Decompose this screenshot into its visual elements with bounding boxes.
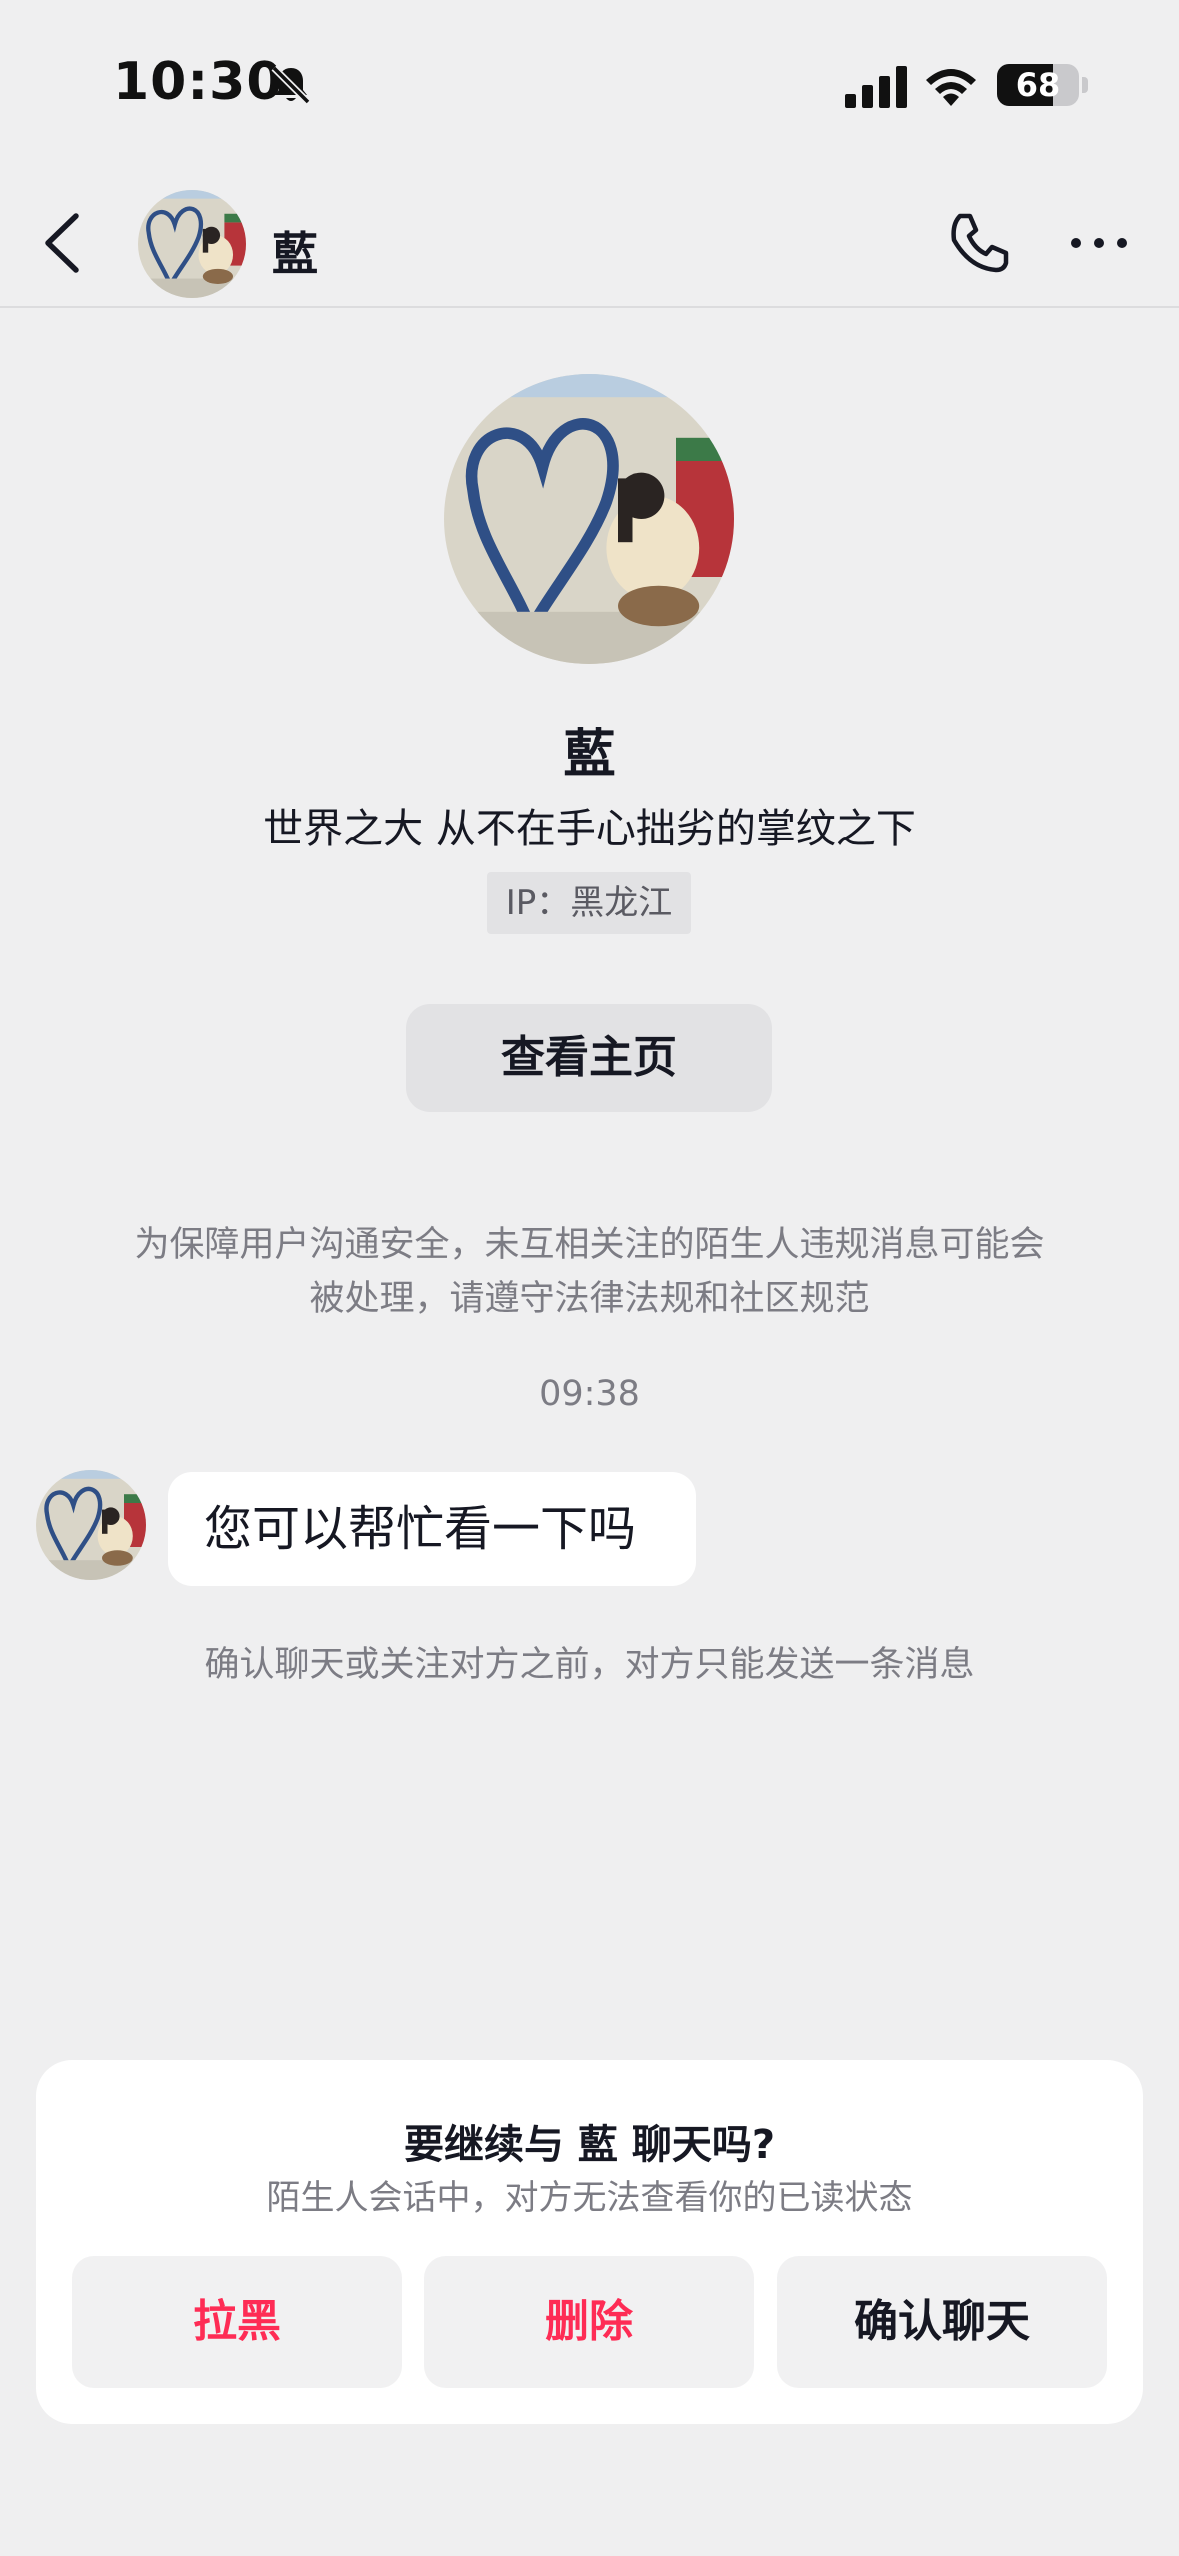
view-homepage-button[interactable]: 查看主页 bbox=[406, 1004, 772, 1112]
message-bubble[interactable]: 您可以帮忙看一下吗 bbox=[168, 1472, 696, 1586]
ip-location-badge: IP：黑龙江 bbox=[487, 872, 691, 934]
battery-icon: 68 bbox=[997, 64, 1079, 106]
phone-icon[interactable] bbox=[946, 210, 1012, 276]
battery-level: 68 bbox=[1015, 66, 1061, 104]
chevron-left-icon[interactable] bbox=[38, 212, 88, 274]
confirm-chat-button[interactable]: 确认聊天 bbox=[777, 2256, 1107, 2388]
status-bar: 10:30 68 bbox=[0, 0, 1179, 170]
bell-slash-icon bbox=[271, 65, 311, 105]
stranger-chat-confirm-card: 要继续与 藍 聊天吗? 陌生人会话中，对方无法查看你的已读状态 拉黑 删除 确认… bbox=[36, 2060, 1143, 2424]
cellular-signal-icon bbox=[845, 66, 907, 108]
header-avatar[interactable] bbox=[138, 190, 246, 298]
message-avatar[interactable] bbox=[36, 1470, 146, 1580]
header-contact-name[interactable]: 藍 bbox=[272, 218, 318, 284]
delete-button[interactable]: 删除 bbox=[424, 2256, 754, 2388]
battery-tip bbox=[1082, 77, 1088, 93]
profile-bio: 世界之大 从不在手心拙劣的掌纹之下 bbox=[263, 806, 916, 852]
status-time: 10:30 bbox=[113, 52, 284, 112]
block-button[interactable]: 拉黑 bbox=[72, 2256, 402, 2388]
more-dots-icon[interactable] bbox=[1068, 228, 1130, 258]
message-limit-note: 确认聊天或关注对方之前，对方只能发送一条消息 bbox=[204, 1645, 975, 1685]
profile-avatar[interactable] bbox=[444, 374, 734, 664]
wifi-icon bbox=[926, 69, 976, 106]
profile-name: 藍 bbox=[563, 725, 616, 785]
chat-header: 藍 bbox=[0, 178, 1179, 308]
message-timestamp: 09:38 bbox=[539, 1374, 640, 1414]
safety-notice: 为保障用户沟通安全，未互相关注的陌生人违规消息可能会被处理，请遵守法律法规和社区… bbox=[134, 1225, 1045, 1319]
confirm-card-title: 要继续与 藍 聊天吗? bbox=[403, 2122, 776, 2168]
confirm-card-subtitle: 陌生人会话中，对方无法查看你的已读状态 bbox=[266, 2178, 913, 2218]
